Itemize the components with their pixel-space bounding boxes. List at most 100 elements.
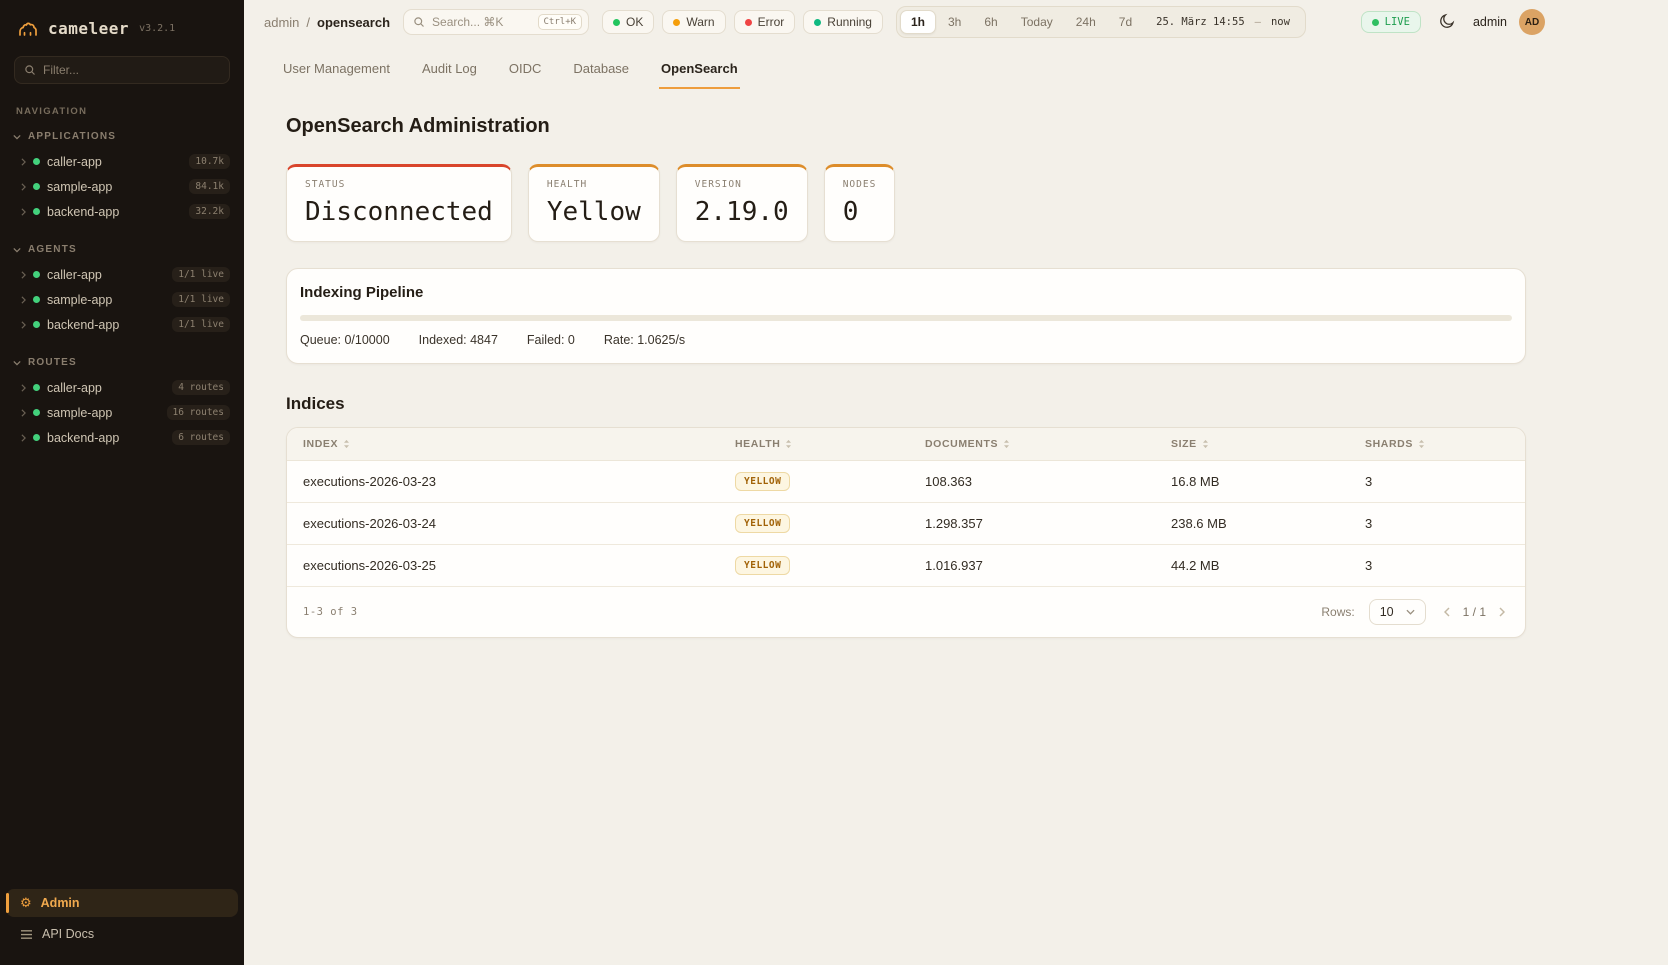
column-header-index[interactable]: INDEX [287,428,719,461]
table-row: executions-2026-03-23 YELLOW 108.363 16.… [287,461,1525,503]
sidebar-item-sample-app[interactable]: sample-app 84.1k [0,174,244,199]
sidebar-item-caller-app[interactable]: caller-app 10.7k [0,149,244,174]
section-routes: ROUTES caller-app 4 routes sample-app 16… [0,353,244,450]
cell-shards: 3 [1349,545,1525,587]
section-header-routes[interactable]: ROUTES [0,353,244,375]
prev-page-button[interactable] [1440,605,1454,619]
cell-health: YELLOW [719,545,909,587]
sidebar-filter-input[interactable] [43,63,220,77]
time-range-3h[interactable]: 3h [937,10,972,34]
chevron-down-icon [13,134,21,140]
chevron-down-icon [13,360,21,366]
status-dot [33,271,40,278]
time-range-24h[interactable]: 24h [1065,10,1107,34]
live-button[interactable]: LIVE [1361,11,1421,33]
cell-documents: 1.016.937 [909,545,1155,587]
tab-opensearch[interactable]: OpenSearch [659,52,740,89]
time-range-6h[interactable]: 6h [973,10,1008,34]
filter-pill-running[interactable]: Running [803,10,883,34]
section-agents: AGENTS caller-app 1/1 live sample-app 1/… [0,240,244,337]
global-search-input[interactable] [432,15,530,29]
date-range[interactable]: 25. März 14:55 — now [1144,16,1302,28]
section-label: APPLICATIONS [28,131,116,142]
search-icon [24,64,36,76]
sidebar-filter[interactable] [14,56,230,84]
filter-pill-ok[interactable]: OK [602,10,654,34]
indices-title: Indices [286,394,1526,414]
page-title: OpenSearch Administration [286,115,1526,138]
count-badge: 10.7k [189,154,230,169]
tab-database[interactable]: Database [571,52,631,89]
time-range-today[interactable]: Today [1010,10,1064,34]
date-range-start: 25. März 14:55 [1156,16,1245,28]
status-dot [33,321,40,328]
status-dot [33,384,40,391]
sidebar-item-backend-app-agent[interactable]: backend-app 1/1 live [0,312,244,337]
time-range-1h[interactable]: 1h [900,10,936,34]
stats-row: STATUS Disconnected HEALTH Yellow VERSIO… [286,164,1526,242]
routes-badge: 4 routes [172,380,230,395]
logo[interactable]: cameleer v3.2.1 [0,14,244,56]
breadcrumb-separator: / [306,15,310,30]
global-search[interactable]: Ctrl+K [403,9,589,35]
error-dot-icon [745,19,752,26]
chevron-right-icon [21,321,26,329]
avatar[interactable]: AD [1519,9,1545,35]
pipeline-progress-bar [300,315,1512,321]
sidebar-item-api-docs[interactable]: API Docs [6,920,238,948]
rows-per-page-select[interactable]: 10 [1369,599,1426,625]
routes-badge: 16 routes [167,405,230,420]
tab-oidc[interactable]: OIDC [507,52,544,89]
column-header-size[interactable]: SIZE [1155,428,1349,461]
status-dot [33,183,40,190]
column-header-shards[interactable]: SHARDS [1349,428,1525,461]
filter-pill-error[interactable]: Error [734,10,796,34]
search-icon [413,16,425,28]
main-area: admin / opensearch Ctrl+K OK Warn [244,0,1668,965]
time-range-7d[interactable]: 7d [1108,10,1143,34]
time-range-group: 1h 3h 6h Today 24h 7d 25. März 14:55 — n… [896,6,1306,38]
dark-mode-toggle[interactable] [1433,8,1461,36]
sort-icon [1003,439,1010,449]
cell-shards: 3 [1349,503,1525,545]
sidebar-item-sample-app-agent[interactable]: sample-app 1/1 live [0,287,244,312]
breadcrumb-current: opensearch [317,15,390,30]
sidebar-item-label: sample-app [47,406,112,420]
sidebar-item-label: caller-app [47,155,102,169]
cell-documents: 108.363 [909,461,1155,503]
sidebar-item-caller-app-routes[interactable]: caller-app 4 routes [0,375,244,400]
indices-table-card: INDEX HEALTH DOCUMENTS SIZE SHARDS execu… [286,427,1526,638]
chevron-right-icon [21,434,26,442]
sidebar-item-backend-app[interactable]: backend-app 32.2k [0,199,244,224]
sidebar-item-admin[interactable]: ⚙ Admin [6,889,238,917]
status-dot [33,434,40,441]
health-badge: YELLOW [735,556,790,575]
sidebar-item-backend-app-routes[interactable]: backend-app 6 routes [0,425,244,450]
pipeline-stat-failed: Failed: 0 [527,333,575,347]
filter-label: OK [626,15,643,29]
sort-icon [785,439,792,449]
stat-label: STATUS [305,179,493,190]
sidebar-item-label: API Docs [42,927,94,941]
section-header-agents[interactable]: AGENTS [0,240,244,262]
tab-audit-log[interactable]: Audit Log [420,52,479,89]
column-header-documents[interactable]: DOCUMENTS [909,428,1155,461]
section-header-applications[interactable]: APPLICATIONS [0,127,244,149]
sidebar-item-sample-app-routes[interactable]: sample-app 16 routes [0,400,244,425]
navigation-label: NAVIGATION [0,102,244,127]
breadcrumb-parent[interactable]: admin [264,15,299,30]
stat-value: Yellow [547,197,641,227]
next-page-button[interactable] [1495,605,1509,619]
tab-user-management[interactable]: User Management [281,52,392,89]
stat-card-nodes: NODES 0 [824,164,896,242]
chevron-right-icon [21,158,26,166]
sidebar-item-caller-app-agent[interactable]: caller-app 1/1 live [0,262,244,287]
cell-health: YELLOW [719,461,909,503]
cell-index: executions-2026-03-24 [287,503,719,545]
stat-card-version: VERSION 2.19.0 [676,164,808,242]
chevron-right-icon [21,183,26,191]
sidebar: cameleer v3.2.1 NAVIGATION APPLICATIONS … [0,0,244,965]
chevron-right-icon [21,271,26,279]
column-header-health[interactable]: HEALTH [719,428,909,461]
filter-pill-warn[interactable]: Warn [662,10,725,34]
